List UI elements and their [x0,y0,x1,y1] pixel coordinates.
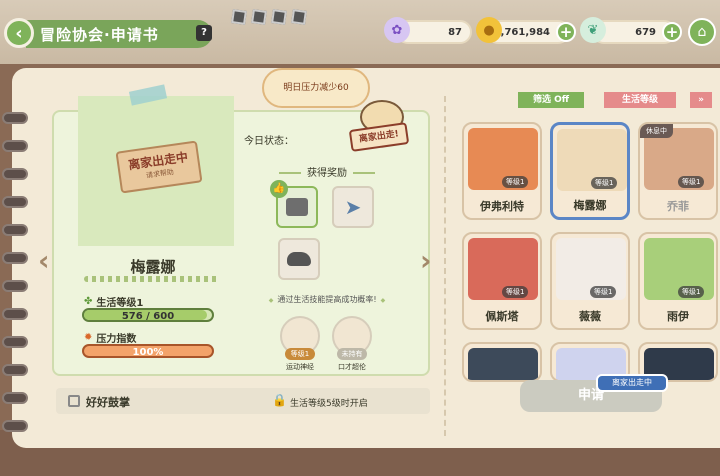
stress-icon: ✹ [84,332,93,343]
card-level: 等级1 [590,286,617,298]
encourage-label: 好好鼓掌 [86,396,130,409]
fish-icon: ➤ [344,195,362,219]
character-portrait [468,348,538,380]
card-level: 等级1 [591,177,618,189]
skill-level-badge: 等级1 [285,348,315,360]
gem-count: 87 [448,26,462,38]
card-level: 等级1 [502,176,529,188]
character-card[interactable]: 等级1 薇薇 [550,232,630,330]
previous-arrow-icon[interactable]: ‹ [38,244,50,277]
character-card[interactable]: 等级1 佩斯塔 [462,232,542,330]
add-gold-button[interactable]: + [556,22,576,42]
card-name: 伊弗利特 [480,200,524,213]
rewards-tip: 通过生活技能提高成功概率! [252,294,402,305]
status-tooltip: 离家出走中 [596,374,668,392]
sort-button[interactable]: 生活等级 [604,92,676,108]
reward-item-stone[interactable] [278,238,320,280]
card-level: 等级1 [678,286,705,298]
card-name: 乔菲 [667,200,689,213]
skill-name-2: 口才超伦 [338,363,366,371]
character-name: 梅露娜 [130,258,176,276]
character-card[interactable]: 等级1 雨伊 [638,232,718,330]
gold-coin-icon: ● [476,17,502,43]
encourage-checkbox[interactable] [68,395,80,407]
back-button[interactable]: ‹ [4,18,34,48]
character-card-selected[interactable]: 等级1 梅露娜 [550,122,630,220]
collapse-button[interactable]: » [690,92,712,108]
purple-gem-icon: ✿ [384,17,410,43]
page-title: 冒险协会·申请书 [26,20,212,48]
card-level: 等级1 [678,176,705,188]
stress-label-text: 压力指数 [96,334,137,345]
name-underline [84,276,220,282]
metal-ore-icon [286,198,308,216]
character-card-partial[interactable] [462,342,542,382]
crystal-count: 679 [635,26,656,38]
rewards-title: 获得奖励 [254,164,400,179]
stone-icon [287,252,311,266]
lock-text: 生活等级5级时开启 [290,399,368,409]
filter-toggle-button[interactable]: 筛选 Off [518,92,584,108]
stress-value: 100% [132,347,164,358]
stamp-text: 离家出走! [348,122,410,152]
leaf-crystal-icon: ❦ [580,17,606,43]
runaway-status-stamp: 离家出走! [346,100,414,154]
chevron-left-icon: ‹ [15,22,23,44]
add-crystal-button[interactable]: + [662,22,682,42]
home-icon: ⌂ [697,24,707,40]
next-arrow-icon[interactable]: › [420,244,432,277]
page-title-text: 冒险协会·申请书 [40,25,159,44]
clover-icon: ✤ [84,296,93,307]
life-exp-bar: 576 / 600 [82,308,214,322]
life-exp-text: 576 / 600 [121,311,175,322]
lock-icon: 🔒 [272,393,287,407]
page-divider [444,96,446,436]
today-status-label: 今日状态： [244,136,294,147]
skill-unowned-badge: 未持有 [337,348,367,360]
character-card[interactable]: 休息中 等级1 乔菲 [638,122,718,220]
gold-count: 2,761,984 [493,26,550,38]
character-card[interactable]: 等级1 伊弗利特 [462,122,542,220]
stress-bar: 100% [82,344,214,358]
life-level-text: 生活等级1 [96,298,144,309]
life-level-label: ✤ 生活等级1 [84,294,143,309]
help-icon[interactable]: ? [196,25,212,41]
reward-item-fish[interactable]: ➤ [332,186,374,228]
stress-label: ✹ 压力指数 [84,330,136,345]
card-name: 薇薇 [579,310,601,323]
home-button[interactable]: ⌂ [688,18,716,46]
decorative-squares [231,9,307,25]
skill-name-1: 运动神经 [286,363,314,371]
card-name: 佩斯塔 [485,310,519,323]
card-level: 等级1 [502,286,529,298]
resting-badge: 休息中 [640,124,673,138]
card-name: 梅露娜 [573,199,607,212]
thumbs-up-icon: 👍 [270,180,288,198]
card-name: 雨伊 [667,310,689,323]
